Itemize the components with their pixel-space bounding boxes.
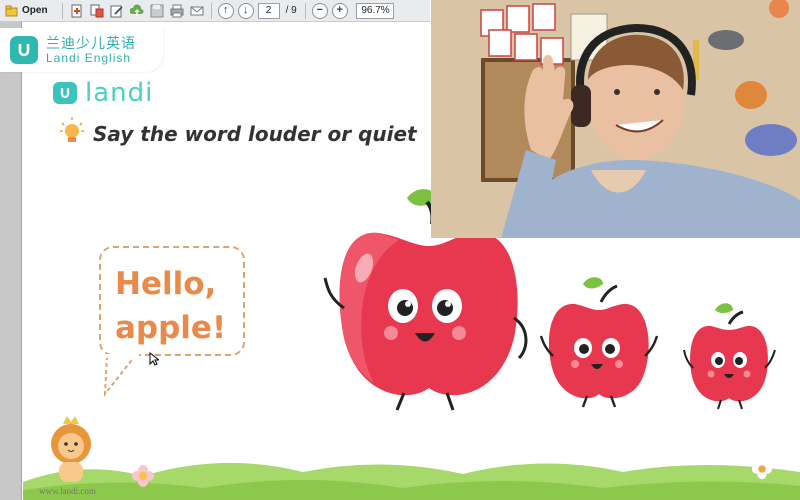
flower-icon	[751, 458, 773, 480]
landi-logo-icon	[53, 82, 77, 104]
website-url: www.landi.com	[39, 486, 96, 496]
toolbar-divider	[210, 2, 212, 19]
toolbar-divider	[304, 2, 306, 19]
screen: Open ↑ ↓ 2 / 9 − + 96.7% landi Say the w…	[0, 0, 800, 500]
zoom-in-icon[interactable]: +	[331, 2, 348, 19]
email-icon[interactable]	[189, 3, 205, 19]
bubble-tail	[103, 354, 139, 398]
zoom-out-icon[interactable]: −	[311, 2, 328, 19]
save-icon[interactable]	[149, 3, 165, 19]
instruction: Say the word louder or quiet	[59, 116, 417, 151]
flower-icon	[132, 465, 154, 487]
bubble-line-2: apple!	[115, 310, 227, 346]
slide-logo-text: landi	[85, 78, 154, 108]
slide-logo: landi	[53, 78, 153, 108]
instruction-text: Say the word louder or quiet	[93, 121, 417, 146]
medium-apple-character	[539, 277, 659, 408]
teacher-webcam-feed	[431, 0, 800, 238]
upload-icon[interactable]	[129, 3, 145, 19]
brand-name-cn: 兰迪少儿英语	[46, 34, 136, 51]
page-total: / 9	[285, 5, 297, 16]
lightbulb-icon	[59, 116, 85, 151]
brand-logo-icon	[10, 36, 38, 64]
viewer-left-edge	[0, 22, 22, 500]
open-icon[interactable]	[4, 3, 20, 19]
page-up-icon[interactable]: ↑	[217, 2, 234, 19]
small-apple-character	[683, 303, 776, 410]
webcam-image	[431, 0, 800, 238]
page-number-input[interactable]: 2	[257, 2, 280, 19]
brand-overlay: 兰迪少儿英语 Landi English	[0, 28, 163, 72]
print-icon[interactable]	[169, 3, 185, 19]
page-down-icon[interactable]: ↓	[237, 2, 254, 19]
pdf-toolbar: Open ↑ ↓ 2 / 9 − + 96.7%	[0, 0, 430, 22]
export-icon[interactable]	[69, 3, 85, 19]
edit-icon[interactable]	[109, 3, 125, 19]
bubble-line-1: Hello,	[115, 266, 217, 302]
brand-name-en: Landi English	[46, 50, 132, 65]
mouse-cursor-icon	[149, 352, 159, 366]
toolbar-divider	[61, 2, 63, 19]
speech-bubble: Hello, apple!	[99, 246, 245, 356]
zoom-input[interactable]: 96.7%	[355, 2, 394, 19]
lion-decoration	[51, 416, 91, 482]
convert-icon[interactable]	[89, 3, 105, 19]
